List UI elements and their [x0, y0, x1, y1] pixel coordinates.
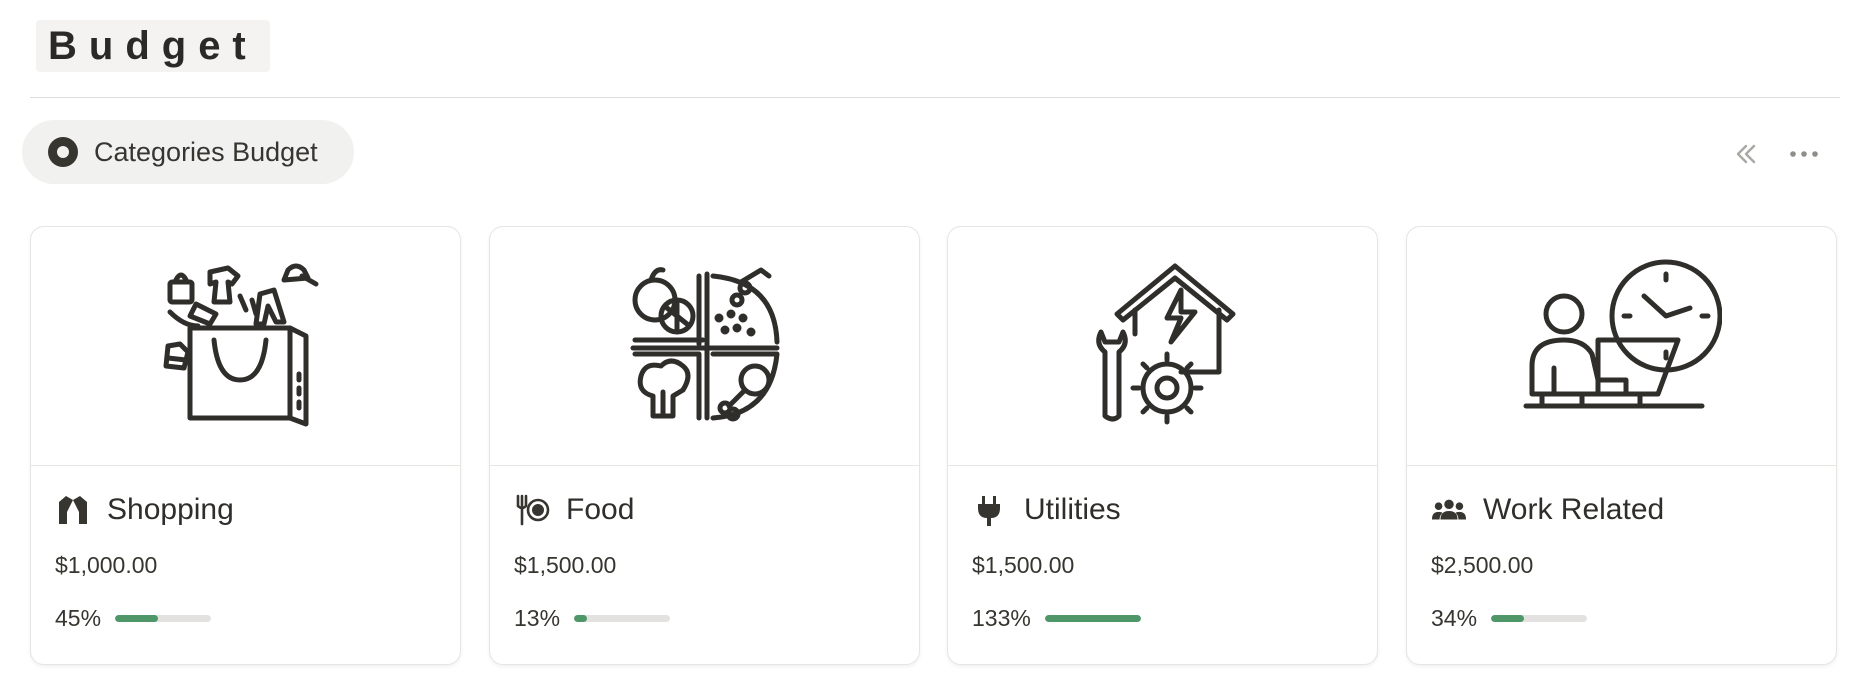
card-title: Food	[566, 493, 635, 526]
card-title: Work Related	[1483, 493, 1665, 526]
person-laptop-clock-illustration	[1523, 259, 1722, 409]
budget-amount: $1,500.00	[514, 552, 617, 578]
progress-label: 133%	[972, 605, 1031, 631]
card-cover	[1407, 227, 1836, 466]
budget-amount: $1,000.00	[55, 552, 158, 578]
card-utilities[interactable]: Utilities $1,500.00 133%	[947, 226, 1378, 665]
shopping-bag-illustration	[163, 263, 318, 427]
card-cover	[490, 227, 919, 466]
progress: 34%	[1431, 605, 1812, 632]
house-electricity-tools-illustration	[1095, 263, 1235, 425]
collapse-button[interactable]	[1728, 136, 1764, 172]
budget-amount: $1,500.00	[972, 552, 1075, 578]
progress-label: 13%	[514, 605, 561, 631]
title-divider	[30, 97, 1840, 98]
progress-fill	[1044, 615, 1141, 622]
double-chevron-left-icon	[1736, 144, 1756, 164]
card-food[interactable]: Food $1,500.00 13%	[489, 226, 920, 665]
card-work-related[interactable]: Work Related $2,500.00 34%	[1406, 226, 1837, 665]
food-groups-illustration	[630, 267, 779, 422]
progress-fill	[115, 615, 159, 622]
view-tab-categories-budget[interactable]: Categories Budget	[22, 120, 354, 184]
progress: 133%	[972, 605, 1353, 632]
utensils-plate-icon	[514, 492, 550, 528]
progress: 45%	[55, 605, 436, 632]
progress-bar	[1491, 615, 1588, 622]
more-options-button[interactable]	[1786, 136, 1822, 172]
progress-fill	[1491, 615, 1524, 622]
page-title-container: Budget	[36, 20, 270, 72]
progress-fill	[574, 615, 587, 622]
progress-label: 45%	[55, 605, 102, 631]
jacket-icon	[55, 492, 91, 528]
progress: 13%	[514, 605, 895, 632]
target-icon	[48, 137, 78, 167]
card-cover	[948, 227, 1377, 466]
page-title: Budget	[48, 23, 258, 68]
people-group-icon	[1431, 492, 1467, 528]
plug-icon	[972, 492, 1008, 528]
view-tab-label: Categories Budget	[94, 136, 318, 167]
card-cover	[31, 227, 460, 466]
progress-bar	[115, 615, 212, 622]
more-horizontal-icon	[1790, 151, 1818, 157]
card-title: Shopping	[107, 493, 234, 526]
progress-label: 34%	[1431, 605, 1478, 631]
progress-bar	[1044, 615, 1141, 622]
card-title: Utilities	[1024, 493, 1121, 526]
progress-bar	[574, 615, 671, 622]
budget-amount: $2,500.00	[1431, 552, 1534, 578]
card-shopping[interactable]: Shopping $1,000.00 45%	[30, 226, 461, 665]
